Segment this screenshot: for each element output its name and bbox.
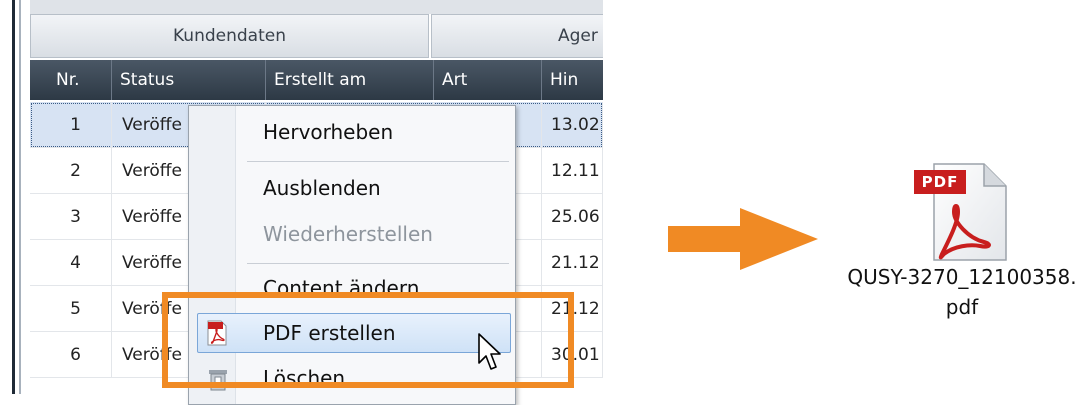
cell-hin: 13.02 bbox=[542, 102, 603, 148]
cell-hin: 21.12 bbox=[542, 240, 603, 286]
cell-nr: 5 bbox=[30, 286, 112, 332]
pdf-icon-label: PDF bbox=[921, 173, 959, 191]
group-header-agentur[interactable]: Ager bbox=[431, 14, 603, 58]
grid-top-strip bbox=[30, 0, 603, 14]
column-header-art[interactable]: Art bbox=[434, 60, 542, 100]
cell-hin: 25.06 bbox=[542, 194, 603, 240]
column-header-erstellt-am[interactable]: Erstellt am bbox=[266, 60, 434, 100]
menu-item-hervorheben[interactable]: Hervorheben bbox=[263, 120, 393, 144]
column-header-row: Nr. Status Erstellt am Art Hin bbox=[30, 60, 603, 100]
cell-hin: 12.11 bbox=[542, 148, 603, 194]
right-arrow-icon bbox=[668, 208, 818, 270]
window-border bbox=[12, 0, 15, 394]
highlight-frame bbox=[162, 292, 574, 388]
menu-separator bbox=[247, 263, 509, 264]
group-header-kundendaten[interactable]: Kundendaten bbox=[30, 14, 429, 58]
cell-nr: 6 bbox=[30, 332, 112, 378]
column-header-nr[interactable]: Nr. bbox=[30, 60, 112, 100]
cell-nr: 4 bbox=[30, 240, 112, 286]
window-border-inner bbox=[19, 0, 21, 394]
file-name-label[interactable]: QUSY-3270_12100358. pdf bbox=[842, 262, 1082, 322]
menu-item-ausblenden[interactable]: Ausblenden bbox=[263, 176, 381, 200]
file-name-line-1: QUSY-3270_12100358. bbox=[847, 265, 1077, 289]
cell-nr: 2 bbox=[30, 148, 112, 194]
column-header-status[interactable]: Status bbox=[112, 60, 266, 100]
column-header-hin[interactable]: Hin bbox=[542, 60, 603, 100]
cell-nr: 3 bbox=[30, 194, 112, 240]
menu-separator bbox=[247, 161, 509, 162]
file-name-line-2: pdf bbox=[945, 295, 979, 319]
menu-item-wiederherstellen[interactable]: Wiederherstellen bbox=[263, 222, 433, 246]
cell-nr: 1 bbox=[30, 102, 112, 148]
